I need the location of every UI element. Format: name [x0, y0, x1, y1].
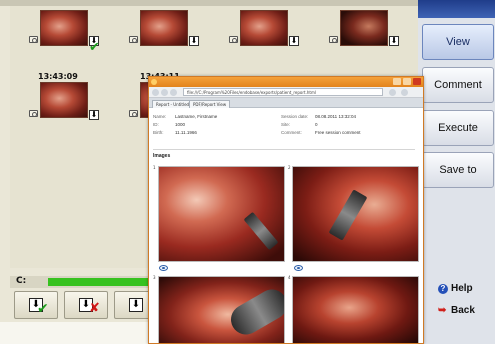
comment-button-label: Comment: [434, 79, 482, 91]
endoscopy-image[interactable]: [158, 276, 285, 343]
surgical-tool: [243, 211, 279, 251]
help-icon: ?: [438, 284, 448, 294]
forward-nav-icon[interactable]: [161, 89, 168, 96]
camera-icon: [129, 110, 138, 117]
execute-button[interactable]: Execute: [422, 110, 494, 146]
help-label: Help: [451, 283, 473, 294]
accept-download-button[interactable]: ⬇ ✔: [14, 291, 58, 319]
help-button[interactable]: ? Help: [438, 283, 473, 294]
patient-name-row: Name: Lastname, Firstname: [153, 114, 218, 119]
execute-button-label: Execute: [438, 122, 478, 134]
report-content: Name: Lastname, Firstname ID: 1000 Birth: 1…: [149, 108, 423, 343]
thumbnail-image[interactable]: [40, 10, 88, 46]
surgical-tool: [225, 284, 284, 340]
thumbnail-image[interactable]: [240, 10, 288, 46]
back-label: Back: [451, 305, 475, 316]
patient-id-row: ID: 1000: [153, 122, 186, 127]
browser-tab[interactable]: PDF/Report View: [189, 100, 231, 108]
camera-icon: [329, 36, 338, 43]
images-heading: Images: [153, 153, 171, 159]
close-icon[interactable]: [413, 78, 421, 85]
thumbnail-image[interactable]: [40, 82, 88, 118]
comment-row: Comment: Free session comment: [281, 130, 361, 135]
image-number: 3: [153, 275, 156, 280]
bookmark-icon[interactable]: [389, 89, 396, 96]
image-number: 1: [153, 165, 156, 170]
site-row: Site: 0: [281, 122, 318, 127]
back-nav-icon[interactable]: [152, 89, 159, 96]
view-button[interactable]: View: [422, 24, 494, 60]
x-icon: ✘: [89, 301, 100, 316]
download-icon[interactable]: ⬇: [289, 36, 299, 46]
section-divider: [153, 149, 415, 150]
reject-download-button[interactable]: ⬇ ✘: [64, 291, 108, 319]
view-eye-icon[interactable]: [294, 265, 303, 271]
comment-button[interactable]: Comment: [422, 67, 494, 103]
save-to-button[interactable]: Save to: [422, 152, 494, 188]
endoscopy-image[interactable]: [158, 166, 285, 262]
sidebar: View Comment Execute Save to ? Help ➥ Back: [418, 0, 495, 344]
view-button-label: View: [446, 36, 470, 48]
camera-icon: [29, 36, 38, 43]
thumbnail-image[interactable]: [340, 10, 388, 46]
browser-tab-strip: Report - Untitled PDF/Report View: [149, 98, 423, 108]
reload-icon[interactable]: [170, 89, 177, 96]
patient-birth-row: Birth: 11.11.1966: [153, 130, 197, 135]
home-icon[interactable]: [401, 89, 408, 96]
camera-icon: [229, 36, 238, 43]
check-icon: ✔: [89, 40, 100, 55]
back-arrow-icon: ➥: [438, 305, 447, 316]
endoscopy-image[interactable]: [292, 276, 419, 343]
minimize-icon[interactable]: [393, 78, 401, 85]
view-eye-icon[interactable]: [159, 265, 168, 271]
browser-logo-icon: [151, 79, 157, 85]
browser-tab[interactable]: Report - Untitled: [152, 100, 194, 108]
maximize-icon[interactable]: [403, 78, 411, 85]
browser-navbar: file:///C:/Program%20Files/endobase/expo…: [149, 87, 423, 98]
endoscopy-image[interactable]: [292, 166, 419, 262]
camera-icon: [29, 110, 38, 117]
surgical-tool: [328, 189, 368, 241]
image-number: 2: [288, 165, 291, 170]
download-icon: ⬇: [129, 298, 143, 312]
browser-window: file:///C:/Program%20Files/endobase/expo…: [148, 76, 424, 344]
address-bar[interactable]: file:///C:/Program%20Files/endobase/expo…: [183, 88, 383, 96]
drive-label: C:: [16, 276, 27, 286]
download-icon[interactable]: ⬇: [189, 36, 199, 46]
back-button[interactable]: ➥ Back: [438, 305, 475, 316]
browser-titlebar: [149, 77, 423, 87]
session-date-row: Session date: 08.08.2011 13:32:04: [281, 114, 356, 119]
thumbnail-image[interactable]: [140, 10, 188, 46]
check-icon: ✔: [37, 301, 49, 317]
download-icon[interactable]: ⬇: [389, 36, 399, 46]
image-number: 4: [288, 275, 291, 280]
download-icon[interactable]: ⬇: [89, 110, 99, 120]
save-to-button-label: Save to: [439, 164, 477, 176]
timestamp-label: 13:43:09: [38, 72, 78, 81]
camera-icon: [129, 36, 138, 43]
sidebar-header: [418, 0, 495, 18]
